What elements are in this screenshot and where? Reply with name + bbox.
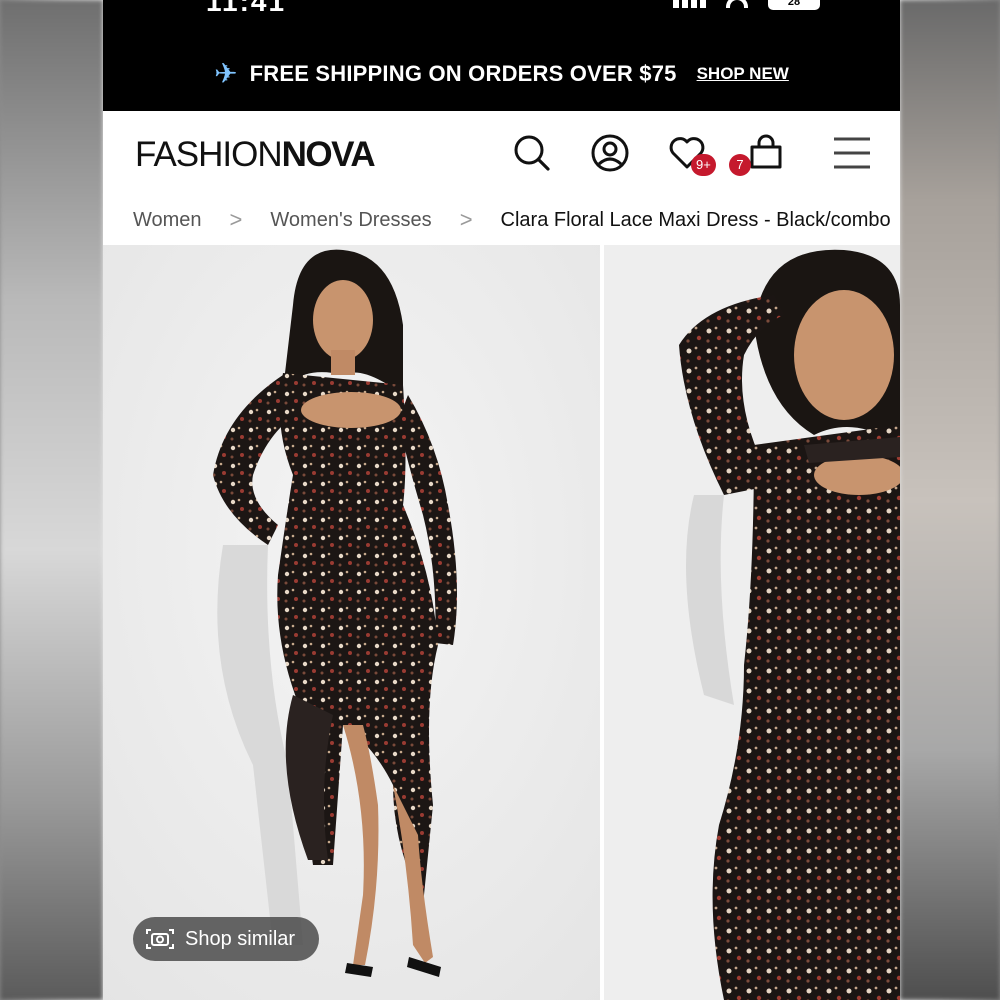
model-side-photo [604, 245, 900, 1000]
product-image-2[interactable] [604, 245, 900, 1000]
product-image-1[interactable]: Shop similar [103, 245, 600, 1000]
status-time: 11:41 [206, 0, 287, 17]
logo-part-2: NOVA [281, 135, 376, 174]
camera-icon [146, 929, 174, 949]
product-gallery: Shop similar [103, 245, 900, 1000]
menu-icon[interactable] [832, 133, 872, 173]
model-front-photo [103, 245, 600, 1000]
chevron-right-icon: > [459, 207, 473, 232]
top-bar: 11:41 28 ✈ FREE SHIPPING ON ORDERS OVER … [103, 0, 900, 111]
wifi-icon [726, 0, 748, 8]
shop-new-link[interactable]: SHOP NEW [697, 64, 789, 84]
fashion-nova-logo[interactable]: FASHIONNOVA [135, 135, 376, 175]
search-icon[interactable] [512, 133, 552, 173]
shop-similar-label: Shop similar [185, 927, 296, 950]
chevron-right-icon: > [229, 207, 243, 232]
shopping-bag-icon[interactable] [746, 133, 786, 173]
account-icon[interactable] [590, 133, 630, 173]
cart-badge: 7 [729, 154, 751, 176]
breadcrumb-womens-dresses[interactable]: Women's Dresses [270, 209, 431, 232]
promo-text: FREE SHIPPING ON ORDERS OVER $75 [249, 61, 677, 86]
shop-similar-button[interactable]: Shop similar [133, 917, 319, 961]
phone-screen: 11:41 28 ✈ FREE SHIPPING ON ORDERS OVER … [103, 0, 900, 1000]
airplane-icon: ✈ [214, 58, 238, 89]
site-header: FASHIONNOVA 9+ 7 [103, 111, 900, 195]
promo-banner: ✈ FREE SHIPPING ON ORDERS OVER $75 SHOP … [103, 57, 900, 91]
breadcrumb: Women > Women's Dresses > Clara Floral L… [103, 195, 900, 245]
signal-icon [673, 0, 706, 8]
background-right [900, 0, 1000, 1000]
breadcrumb-women[interactable]: Women [133, 209, 202, 232]
battery-icon: 28 [768, 0, 820, 10]
breadcrumb-current: Clara Floral Lace Maxi Dress - Black/com… [500, 208, 891, 231]
status-icons: 28 [673, 0, 820, 10]
logo-part-1: FASHION [135, 135, 283, 174]
background-left [0, 0, 103, 1000]
wishlist-badge: 9+ [691, 154, 716, 176]
